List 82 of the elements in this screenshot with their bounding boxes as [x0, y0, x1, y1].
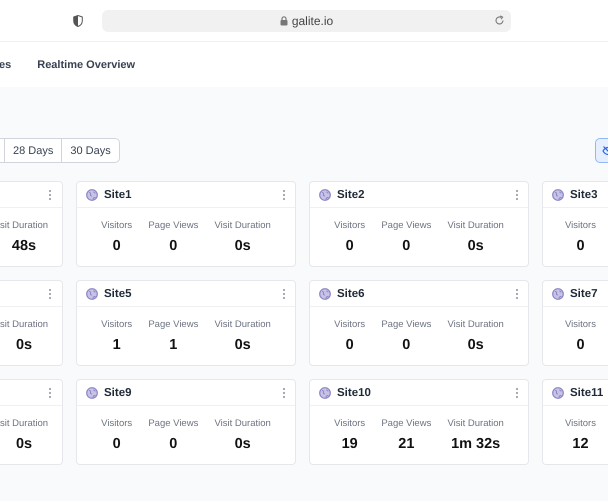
- range-button[interactable]: 30 Days: [61, 139, 119, 162]
- site-name[interactable]: Site7: [570, 288, 608, 300]
- stat-label: Page Views: [381, 220, 432, 231]
- more-icon[interactable]: [515, 386, 519, 398]
- stat-label: Visitors: [565, 418, 596, 429]
- site-name[interactable]: Site10: [337, 386, 509, 398]
- stat-value: 0s: [16, 436, 32, 452]
- stat-label: Visit Duration: [448, 418, 504, 429]
- stat-label: Visitors: [334, 220, 366, 231]
- lock-icon: [280, 16, 288, 26]
- shield-icon[interactable]: [73, 14, 83, 26]
- stat-label: Visitors: [334, 418, 366, 429]
- stat-label: Visit Duration: [214, 418, 271, 429]
- site-name[interactable]: Site11: [570, 386, 608, 398]
- stat-value: 0: [576, 337, 585, 353]
- stat-value: 0: [576, 238, 585, 254]
- stat-value: 0: [346, 337, 354, 353]
- stat-value: 0s: [468, 238, 484, 254]
- globe-icon: [319, 386, 331, 398]
- stat-value: 0: [112, 436, 121, 452]
- site-name[interactable]: Site1: [104, 188, 276, 200]
- stat-label: Page Views: [381, 319, 432, 330]
- stat-label: Visitors: [565, 319, 596, 330]
- stat-label: Visitors: [101, 418, 132, 429]
- site-name[interactable]: Site6: [337, 288, 509, 300]
- site-name[interactable]: Site2: [337, 188, 509, 200]
- stat-label: Visit Duration: [214, 220, 271, 231]
- stat-value: 0: [346, 238, 354, 254]
- site-name[interactable]: Site9: [104, 386, 276, 398]
- stat-value: 0: [169, 238, 178, 254]
- stat-value: 21: [398, 436, 414, 452]
- more-icon[interactable]: [48, 386, 52, 398]
- stat-value: 1m 32s: [451, 436, 500, 452]
- stat-value: 0: [112, 238, 121, 254]
- url-text: galite.io: [292, 14, 334, 28]
- stat-value: 0: [169, 436, 178, 452]
- stat-value: 48s: [12, 238, 36, 254]
- stat-label: Page Views: [381, 418, 432, 429]
- more-icon[interactable]: [515, 288, 519, 300]
- stat-value: 0s: [234, 337, 251, 353]
- globe-icon: [552, 288, 564, 300]
- stat-value: 0: [402, 238, 410, 254]
- stat-value: 1: [169, 337, 178, 353]
- stat-value: 0: [402, 337, 410, 353]
- stat-value: 0s: [234, 238, 251, 254]
- stat-label: Page Views: [148, 220, 198, 231]
- site-name[interactable]: Site3: [570, 188, 608, 200]
- stat-label: sit Duration: [0, 220, 48, 231]
- address-bar[interactable]: galite.io: [102, 10, 511, 32]
- stat-label: Visitors: [101, 220, 132, 231]
- stat-value: 0s: [234, 436, 251, 452]
- globe-icon: [552, 188, 564, 200]
- globe-icon: [319, 288, 331, 300]
- stat-label: Visit Duration: [448, 319, 504, 330]
- reload-icon[interactable]: [494, 14, 505, 26]
- stat-label: Visitors: [334, 319, 366, 330]
- stat-label: sit Duration: [0, 418, 48, 429]
- stat-label: Visitors: [101, 319, 132, 330]
- globe-icon: [319, 188, 331, 200]
- stat-label: Page Views: [148, 319, 198, 330]
- globe-icon: [552, 386, 564, 398]
- stat-value: 12: [572, 436, 589, 452]
- stat-value: 19: [342, 436, 358, 452]
- stat-label: Visit Duration: [214, 319, 271, 330]
- more-icon[interactable]: [282, 188, 286, 200]
- more-icon[interactable]: [282, 288, 286, 300]
- nav-tab[interactable]: Realtime Overview: [37, 58, 136, 70]
- stat-label: Page Views: [148, 418, 198, 429]
- globe-icon: [86, 386, 98, 398]
- site-name[interactable]: Site5: [104, 288, 276, 300]
- stat-value: 1: [112, 337, 121, 353]
- more-icon[interactable]: [48, 288, 52, 300]
- more-icon[interactable]: [515, 188, 519, 200]
- stat-label: Visit Duration: [448, 220, 504, 231]
- more-icon[interactable]: [282, 386, 286, 398]
- stat-label: sit Duration: [0, 319, 48, 330]
- globe-icon: [86, 288, 98, 300]
- stat-value: 0s: [468, 337, 484, 353]
- stat-label: Visitors: [565, 220, 596, 231]
- stat-value: 0s: [16, 337, 32, 353]
- more-icon[interactable]: [48, 188, 52, 200]
- globe-icon: [86, 188, 98, 200]
